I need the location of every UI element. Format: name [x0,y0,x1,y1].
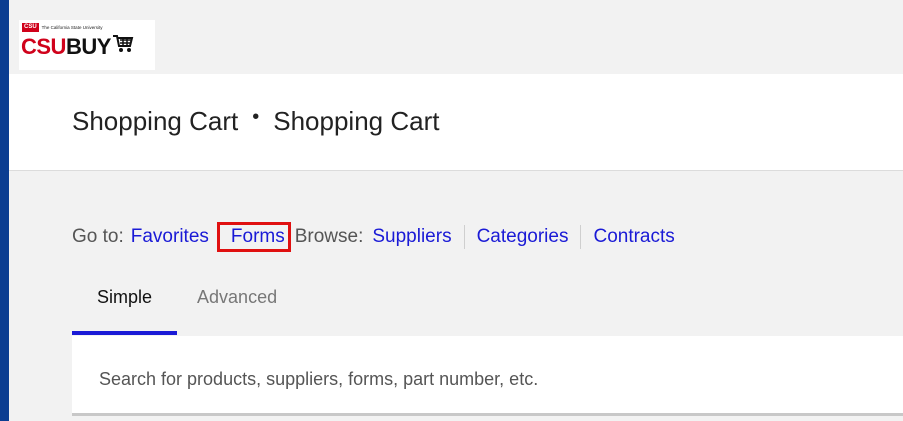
forms-link[interactable]: Forms [231,226,285,248]
breadcrumb-second: Shopping Cart [273,106,440,136]
logo-top-line: CSU The California State University [22,23,102,32]
csubuy-logo[interactable]: CSU The California State University CSU B… [19,20,155,70]
favorites-link[interactable]: Favorites [131,226,209,248]
browse-label: Browse: [294,226,364,247]
left-accent-bar [0,0,9,421]
breadcrumb-first: Shopping Cart [72,106,239,136]
breadcrumb-separator: • [252,106,260,128]
goto-label: Go to: [72,226,124,247]
logo-university-name: The California State University [41,25,103,30]
tab-advanced[interactable]: Advanced [177,280,302,329]
header: CSU The California State University CSU B… [9,0,903,74]
link-divider [580,225,582,249]
shopping-cart-icon [112,34,134,59]
page-title-band: Shopping Cart • Shopping Cart [9,74,903,171]
search-box [72,336,903,416]
search-tabs: Simple Advanced [72,280,302,336]
suppliers-link[interactable]: Suppliers [372,226,451,248]
logo-wordmark-csu: CSU [21,33,66,59]
tab-simple[interactable]: Simple [72,280,178,335]
quick-links-row: Go to: Favorites Forms Browse: Suppliers… [72,222,675,252]
link-divider [463,225,465,249]
logo-wordmark-buy: BUY [65,33,111,59]
categories-link[interactable]: Categories [477,226,569,248]
page: CSU The California State University CSU B… [0,0,903,421]
forms-link-highlight: Forms [216,222,291,252]
page-title: Shopping Cart • Shopping Cart [72,106,439,137]
contracts-link[interactable]: Contracts [593,226,674,248]
search-input[interactable] [97,363,881,395]
logo-csu-badge: CSU [22,23,39,32]
logo-wordmark: CSU BUY [21,34,134,59]
